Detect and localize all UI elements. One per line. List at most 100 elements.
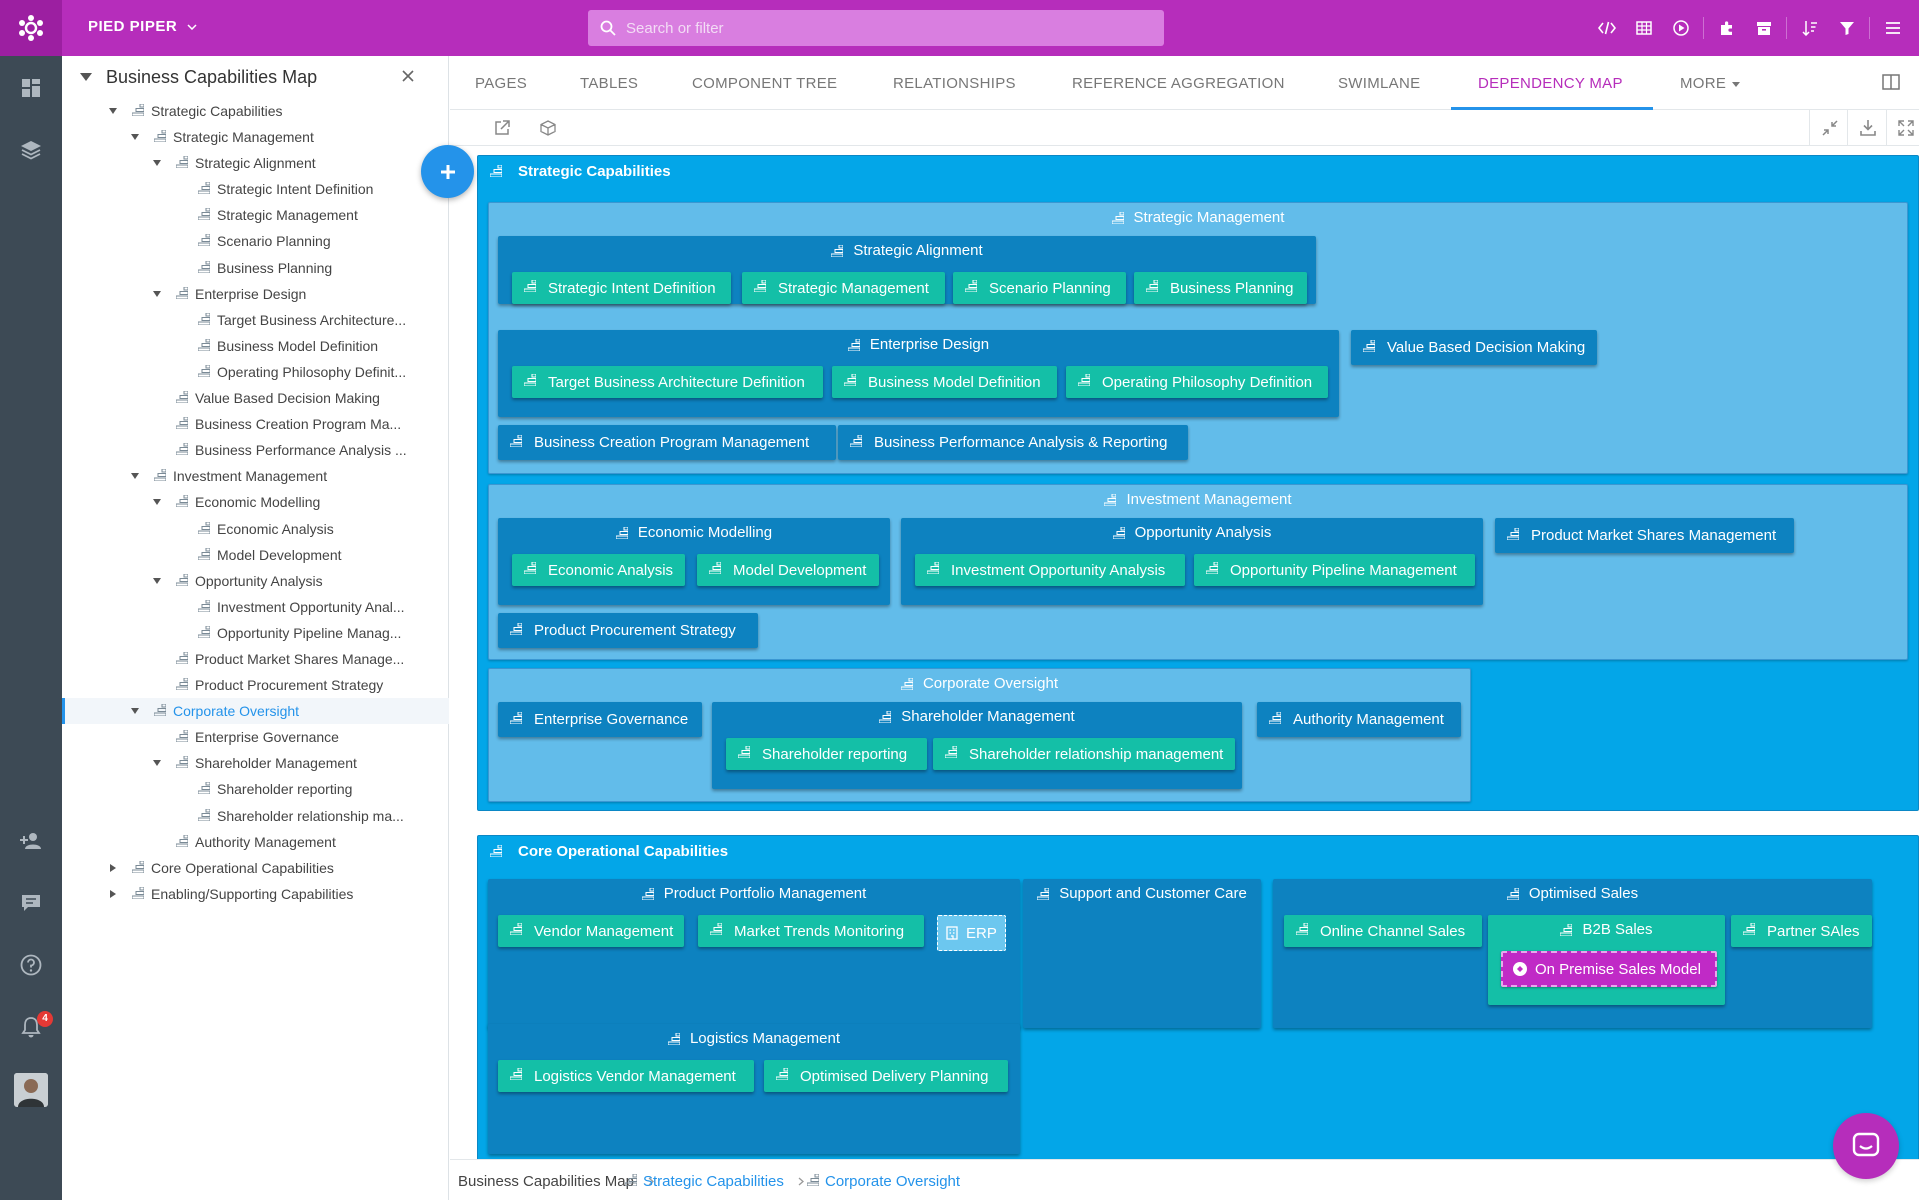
tree-item[interactable]: Investment Management	[62, 463, 449, 489]
map-node-leaf[interactable]: Online Channel Sales	[1284, 915, 1482, 947]
map-node-leaf[interactable]: Shareholder relationship management	[933, 738, 1235, 770]
tree-item[interactable]: Business Model Definition	[62, 333, 449, 359]
tree-item[interactable]: Target Business Architecture...	[62, 307, 449, 333]
caret-down-icon[interactable]	[152, 758, 162, 768]
tree-item[interactable]: Corporate Oversight	[62, 698, 449, 725]
table-button[interactable]	[1625, 0, 1662, 56]
tab-reference-aggregation[interactable]: REFERENCE AGGREGATION	[1072, 75, 1285, 92]
open-external-icon[interactable]	[494, 120, 510, 136]
map-node-leaf[interactable]: Model Development	[697, 554, 879, 586]
dashboard-button[interactable]	[0, 68, 62, 108]
tree-item[interactable]: Opportunity Analysis	[62, 568, 449, 594]
map-node-leaf[interactable]: Operating Philosophy Definition	[1066, 366, 1328, 398]
map-node-leaf[interactable]: Partner SAles	[1731, 915, 1872, 947]
map-node-leaf[interactable]: Investment Opportunity Analysis	[915, 554, 1185, 586]
map-node-l3[interactable]: Value Based Decision Making	[1351, 330, 1597, 365]
tree-item[interactable]: Scenario Planning	[62, 228, 449, 254]
map-node-leaf[interactable]: Opportunity Pipeline Management	[1194, 554, 1475, 586]
layers-button[interactable]	[0, 130, 62, 170]
logo[interactable]	[0, 0, 62, 56]
tree-item[interactable]: Business Planning	[62, 255, 449, 281]
search-bar[interactable]	[588, 10, 1164, 46]
code-button[interactable]	[1588, 0, 1625, 56]
caret-down-icon[interactable]	[152, 576, 162, 586]
tree-item[interactable]: Product Procurement Strategy	[62, 672, 449, 698]
caret-right-icon[interactable]	[108, 889, 118, 899]
tree-item[interactable]: Enterprise Governance	[62, 724, 449, 750]
tab-pages[interactable]: PAGES	[475, 75, 527, 92]
map-node-leaf[interactable]: Target Business Architecture Definition	[512, 366, 823, 398]
map-node-l3[interactable]: Enterprise Governance	[498, 702, 702, 737]
caret-down-icon[interactable]	[152, 289, 162, 299]
map-node-model[interactable]: On Premise Sales Model	[1501, 951, 1717, 987]
tree-item[interactable]: Economic Modelling	[62, 489, 449, 515]
map-node-leaf[interactable]: Logistics Vendor Management	[498, 1060, 754, 1092]
tab-tables[interactable]: TABLES	[580, 75, 638, 92]
map-node-leaf[interactable]: Vendor Management	[498, 915, 684, 947]
map-node-l3[interactable]: Product Portfolio Management	[488, 879, 1020, 1028]
map-node-leaf[interactable]: Market Trends Monitoring	[698, 915, 924, 947]
search-input[interactable]	[626, 19, 1126, 37]
split-view-icon[interactable]	[1882, 74, 1900, 90]
tree-item[interactable]: Shareholder reporting	[62, 776, 449, 802]
map-node-leaf[interactable]: Business Model Definition	[832, 366, 1057, 398]
chat-button[interactable]	[1833, 1113, 1899, 1179]
tree-item[interactable]: Enabling/Supporting Capabilities	[62, 881, 449, 907]
tree-item[interactable]: Enterprise Design	[62, 281, 449, 307]
map-node-leaf[interactable]: Strategic Management	[742, 272, 945, 304]
workspace-switcher[interactable]: PIED PIPER	[88, 18, 197, 35]
map-node-l3[interactable]: Authority Management	[1257, 702, 1461, 737]
avatar[interactable]	[14, 1073, 48, 1107]
map-node-l3[interactable]: Product Market Shares Management	[1495, 518, 1794, 553]
invite-user-button[interactable]	[0, 821, 62, 861]
map-node-app[interactable]: ERP	[937, 915, 1006, 951]
map-node-leaf[interactable]: Scenario Planning	[953, 272, 1126, 304]
tab-relationships[interactable]: RELATIONSHIPS	[893, 75, 1016, 92]
map-node-l3[interactable]: Business Creation Program Management	[498, 425, 836, 460]
map-node-leaf[interactable]: Shareholder reporting	[726, 738, 927, 770]
close-button[interactable]	[402, 66, 414, 87]
collapse-icon[interactable]	[1822, 120, 1838, 136]
tree-item[interactable]: Strategic Management	[62, 124, 449, 150]
settings-button[interactable]	[0, 1192, 62, 1200]
caret-down-icon[interactable]	[152, 497, 162, 507]
map-node-l3[interactable]: Business Performance Analysis & Reportin…	[838, 425, 1188, 460]
tree-item[interactable]: Strategic Alignment	[62, 150, 449, 176]
tree-item[interactable]: Core Operational Capabilities	[62, 855, 449, 881]
caret-down-icon[interactable]	[108, 106, 118, 116]
tree-item[interactable]: Opportunity Pipeline Manag...	[62, 620, 449, 646]
map-node-l3[interactable]: Support and Customer Care	[1023, 879, 1261, 1028]
tree-item[interactable]: Strategic Intent Definition	[62, 176, 449, 202]
tree-item[interactable]: Value Based Decision Making	[62, 385, 449, 411]
tree-item[interactable]: Model Development	[62, 542, 449, 568]
tab-swimlane[interactable]: SWIMLANE	[1338, 75, 1420, 92]
map-node-leaf[interactable]: Strategic Intent Definition	[512, 272, 731, 304]
tree-item[interactable]: Business Creation Program Ma...	[62, 411, 449, 437]
notifications-button[interactable]	[0, 1007, 62, 1047]
map-node-l3[interactable]: Product Procurement Strategy	[498, 613, 758, 648]
tab-dependency-map[interactable]: DEPENDENCY MAP	[1478, 75, 1623, 92]
breadcrumb-item[interactable]: Corporate Oversight	[806, 1173, 960, 1190]
tree-item[interactable]: Strategic Capabilities	[62, 98, 449, 124]
tree-item[interactable]: Shareholder relationship ma...	[62, 803, 449, 829]
map-node-leaf[interactable]: Optimised Delivery Planning	[764, 1060, 1008, 1092]
tree-item[interactable]: Economic Analysis	[62, 516, 449, 542]
extensions-button[interactable]	[1708, 0, 1745, 56]
tab-component-tree[interactable]: COMPONENT TREE	[692, 75, 837, 92]
tree-item[interactable]: Operating Philosophy Definit...	[62, 359, 449, 385]
sort-button[interactable]	[1791, 0, 1828, 56]
tree-item[interactable]: Shareholder Management	[62, 750, 449, 776]
download-icon[interactable]	[1860, 119, 1876, 136]
comments-button[interactable]	[0, 883, 62, 923]
menu-button[interactable]	[1874, 0, 1911, 56]
caret-down-icon[interactable]	[130, 132, 140, 142]
tree-item[interactable]: Authority Management	[62, 829, 449, 855]
add-button[interactable]	[421, 145, 474, 198]
archive-button[interactable]	[1745, 0, 1782, 56]
map-node-leaf[interactable]: Business Planning	[1134, 272, 1307, 304]
tree-item[interactable]: Investment Opportunity Anal...	[62, 594, 449, 620]
cube-icon[interactable]	[540, 120, 556, 136]
breadcrumb-item[interactable]: Strategic Capabilities	[624, 1173, 804, 1190]
fullscreen-icon[interactable]	[1898, 120, 1914, 136]
play-button[interactable]	[1662, 0, 1699, 56]
